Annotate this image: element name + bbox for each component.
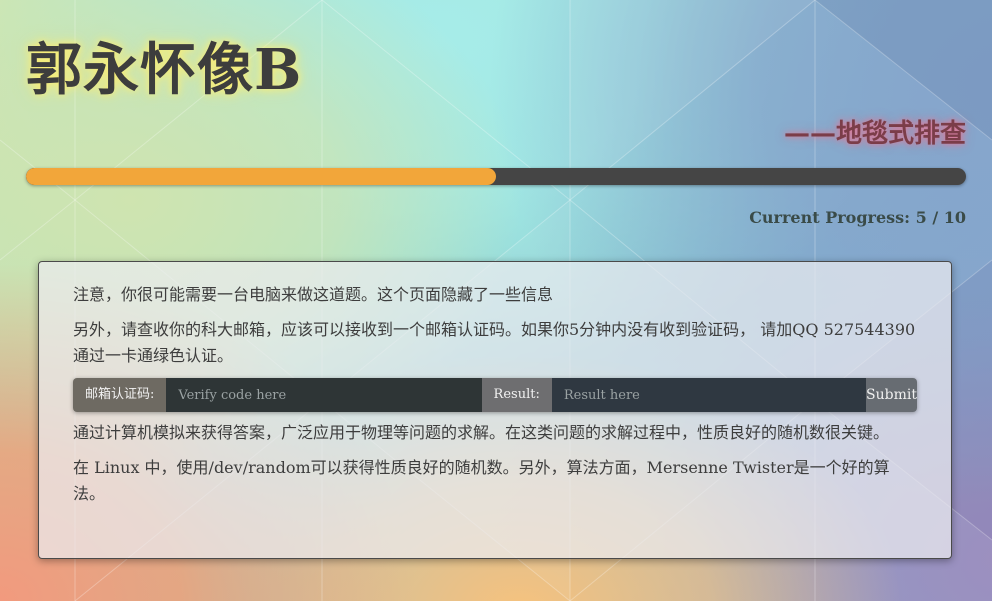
page-subtitle: ——地毯式排查 [783,119,966,149]
result-label: Result: [481,378,552,412]
submit-button[interactable]: Submit [866,378,917,412]
random-paragraph: 在 Linux 中，使用/dev/random可以获得性质良好的随机数。另外，算… [73,458,890,503]
verify-form: 邮箱认证码: Result: Submit [73,378,917,412]
content-panel: 注意，你很可能需要一台电脑来做这道题。这个页面隐藏了一些信息 另外，请查收你的科… [38,261,952,559]
simulation-paragraph: 通过计算机模拟来获得答案，广泛应用于物理等问题的求解。在这类问题的求解过程中，性… [73,423,890,442]
verify-code-label: 邮箱认证码: [73,378,167,412]
verify-code-input[interactable] [166,378,482,412]
progress-bar [26,168,966,185]
result-input[interactable] [551,378,867,412]
progress-text: Current Progress: 5 / 10 [749,208,966,227]
notice-paragraph: 注意，你很可能需要一台电脑来做这道题。这个页面隐藏了一些信息 [73,285,554,304]
progress-bar-fill [26,168,496,185]
page-title: 郭永怀像B [26,37,303,103]
email-paragraph: 另外，请查收你的科大邮箱，应该可以接收到一个邮箱认证码。如果你5分钟内没有收到验… [73,320,916,365]
